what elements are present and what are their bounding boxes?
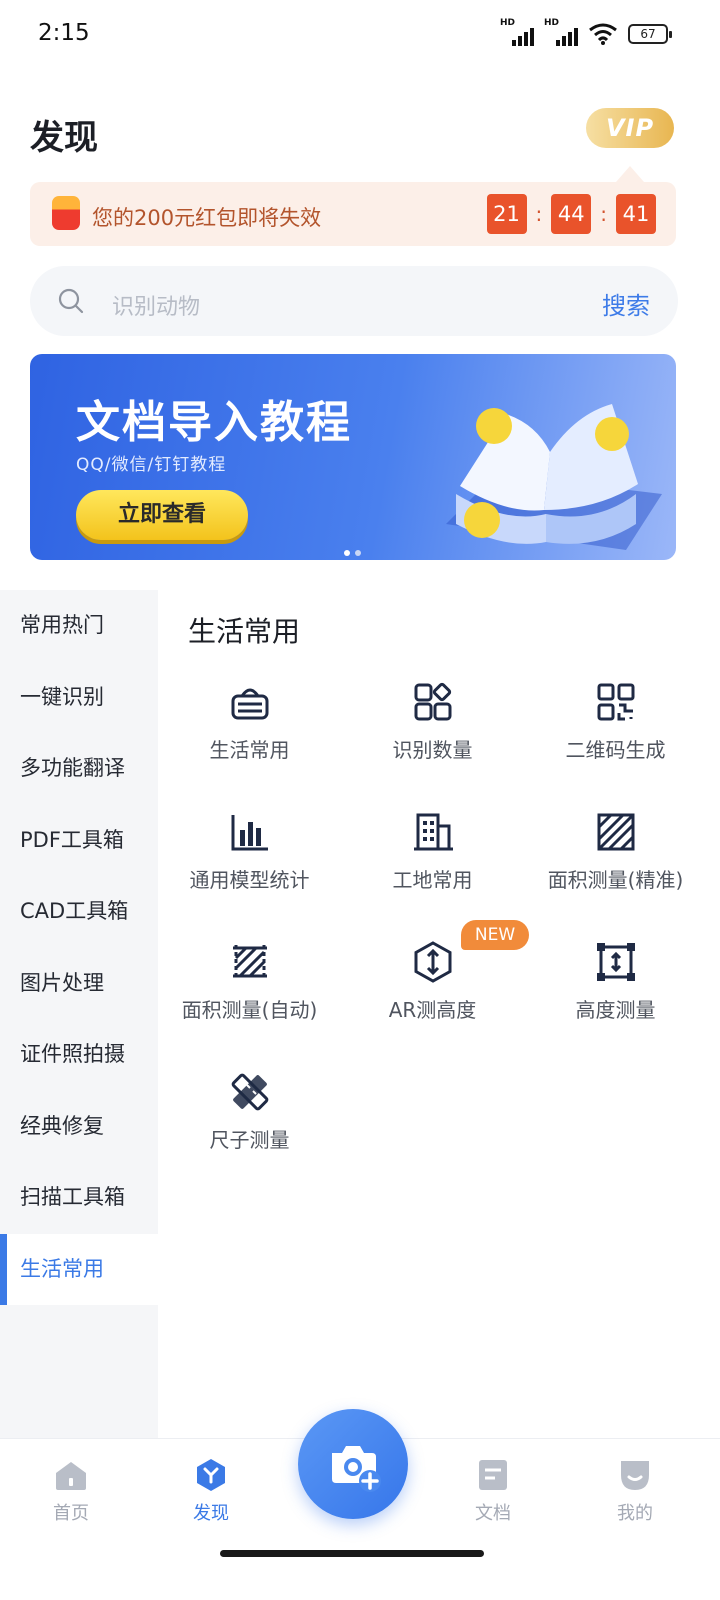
home-indicator (220, 1550, 484, 1557)
carousel-dot[interactable] (355, 550, 361, 556)
camera-add-icon (332, 1446, 381, 1492)
ruler-icon (231, 1073, 268, 1111)
sidebar-item-translate[interactable]: 多功能翻译 (0, 733, 158, 805)
view-now-button[interactable]: 立即查看 (76, 490, 248, 540)
countdown-hours: 21 (486, 194, 527, 234)
tool-label: 二维码生成 (565, 738, 666, 762)
sidebar-item-hot[interactable]: 常用热门 (0, 590, 158, 662)
tool-ruler[interactable]: 尺子测量 (158, 1070, 341, 1180)
nav-document[interactable]: 文档 (448, 1457, 538, 1525)
countdown-separator: : (535, 202, 543, 226)
section-title: 生活常用 (188, 615, 301, 648)
coupon-text: 您的200元红包即将失效 (92, 206, 322, 230)
carousel-dot[interactable] (344, 550, 350, 556)
category-sidebar: 常用热门 一键识别 多功能翻译 PDF工具箱 CAD工具箱 图片处理 证件照拍摄… (0, 590, 158, 1438)
countdown-minutes: 44 (551, 194, 592, 234)
tool-label: 识别数量 (392, 738, 473, 762)
wifi-icon (589, 23, 617, 45)
building-icon (413, 813, 453, 851)
bar-chart-icon (231, 815, 268, 851)
nav-discover[interactable]: 发现 (166, 1457, 256, 1525)
qr-code-icon (597, 683, 634, 721)
red-packet-icon (52, 196, 80, 230)
nav-label: 文档 (475, 1503, 511, 1524)
status-bar: 2:15 HD HD 67 (0, 0, 720, 70)
promo-title: 文档导入教程 (76, 397, 352, 448)
hd-label: HD (500, 18, 516, 28)
tool-count[interactable]: 识别数量 (341, 680, 524, 790)
profile-icon (621, 1461, 649, 1490)
tool-qr-code[interactable]: 二维码生成 (524, 680, 707, 790)
tool-daily-use[interactable]: 生活常用 (158, 680, 341, 790)
promo-banner[interactable]: 文档导入教程 QQ/微信/钉钉教程 立即查看 (30, 354, 676, 560)
tool-label: 高度测量 (575, 998, 656, 1022)
basket-icon (231, 688, 268, 720)
nav-label: 发现 (193, 1503, 229, 1524)
battery-level: 67 (640, 27, 656, 41)
vip-button[interactable]: VIP (586, 108, 674, 148)
tool-label: 面积测量(精准) (547, 868, 684, 892)
hd-label: HD (544, 18, 560, 28)
status-icons: HD HD 67 (500, 18, 672, 46)
tool-area-auto[interactable]: 面积测量(自动) (158, 940, 341, 1050)
search-icon (58, 288, 84, 314)
nav-home[interactable]: 首页 (26, 1457, 116, 1525)
tool-area-precise[interactable]: 面积测量(精准) (524, 810, 707, 920)
height-measure-icon (596, 943, 635, 981)
tool-label: 生活常用 (209, 738, 290, 762)
sidebar-item-pdf[interactable]: PDF工具箱 (0, 805, 158, 877)
apps-grid-icon (414, 682, 451, 721)
bottom-nav: 首页 发现 文档 我的 (0, 1409, 720, 1600)
area-hatch-icon (597, 813, 634, 851)
tool-model-count[interactable]: 通用模型统计 (158, 810, 341, 920)
sidebar-item-scan[interactable]: 扫描工具箱 (0, 1162, 158, 1234)
open-book-illustration (446, 404, 662, 550)
tool-label: 工地常用 (392, 868, 473, 892)
signal-icon: HD (500, 18, 534, 46)
nav-profile[interactable]: 我的 (590, 1457, 680, 1525)
sidebar-item-daily[interactable]: 生活常用 (0, 1233, 158, 1305)
new-badge: NEW (461, 920, 529, 950)
tool-label: 尺子测量 (209, 1128, 290, 1152)
sidebar-item-restore[interactable]: 经典修复 (0, 1091, 158, 1163)
sidebar-item-recognize[interactable]: 一键识别 (0, 662, 158, 734)
status-time: 2:15 (38, 20, 90, 46)
tool-label: 面积测量(自动) (181, 998, 318, 1022)
page-title: 发现 (30, 118, 98, 158)
camera-scan-button[interactable] (298, 1409, 408, 1519)
tool-label: 通用模型统计 (189, 868, 310, 892)
search-button[interactable]: 搜索 (602, 286, 650, 321)
home-icon (56, 1462, 86, 1490)
tool-construction[interactable]: 工地常用 (341, 810, 524, 920)
countdown-separator: : (600, 202, 607, 226)
nav-label: 我的 (617, 1503, 653, 1524)
vip-pointer (616, 166, 644, 182)
search-input[interactable]: 识别动物 (112, 289, 200, 321)
tool-label: AR测高度 (388, 998, 477, 1022)
discover-icon (197, 1459, 225, 1491)
ar-height-icon (414, 941, 451, 983)
battery-icon: 67 (628, 24, 672, 44)
promo-subtitle: QQ/微信/钉钉教程 (76, 455, 227, 475)
carousel-dots (344, 550, 361, 556)
sidebar-item-id-photo[interactable]: 证件照拍摄 (0, 1019, 158, 1091)
tool-ar-height[interactable]: NEW AR测高度 (341, 920, 529, 1050)
countdown-timer: 21 : 44 : 41 (486, 194, 656, 234)
sidebar-item-cad[interactable]: CAD工具箱 (0, 876, 158, 948)
nav-label: 首页 (53, 1503, 89, 1524)
countdown-seconds: 41 (616, 194, 656, 234)
area-auto-icon (232, 945, 267, 979)
tool-height-measure[interactable]: 高度测量 (524, 940, 707, 1050)
coupon-banner[interactable]: 您的200元红包即将失效 21 : 44 : 41 (30, 182, 676, 246)
document-icon (479, 1460, 507, 1490)
search-bar[interactable]: 识别动物 搜索 (30, 266, 678, 336)
signal-icon: HD (544, 18, 578, 46)
sidebar-item-image[interactable]: 图片处理 (0, 948, 158, 1020)
